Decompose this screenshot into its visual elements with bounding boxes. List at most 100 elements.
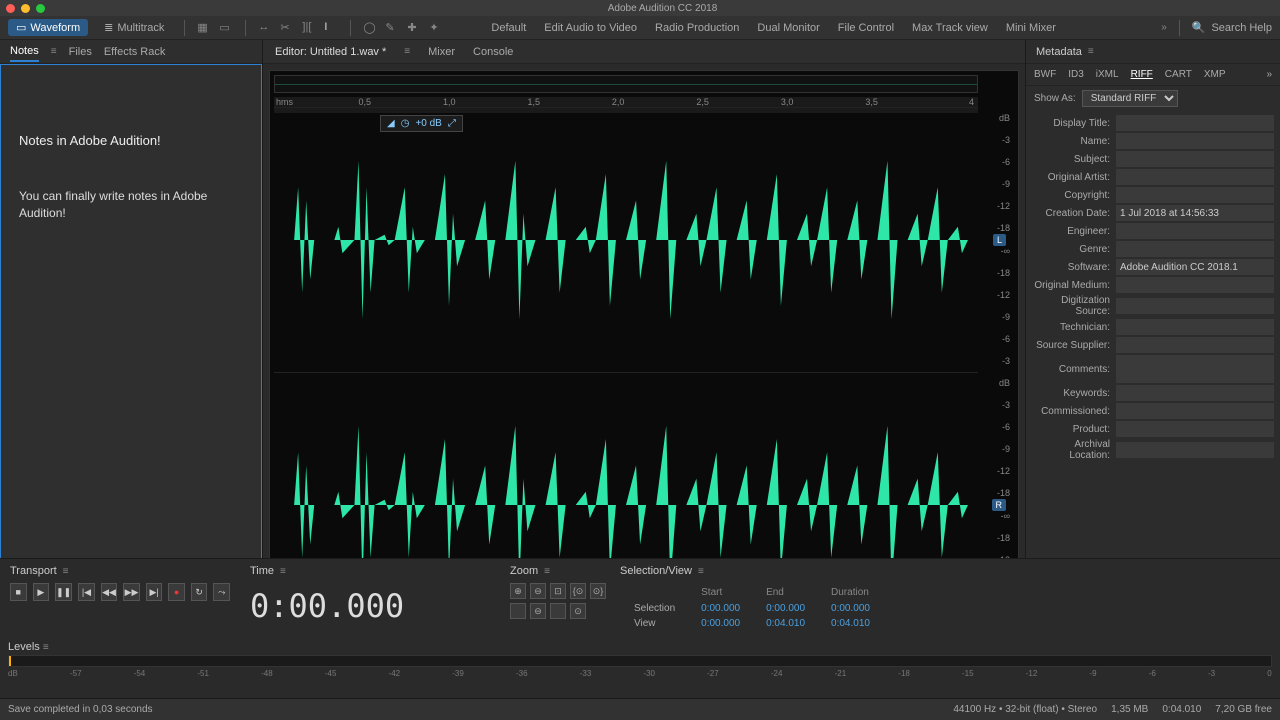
editor-tab-file[interactable]: Editor: Untitled 1.wav * [275,46,386,58]
tab-files[interactable]: Files [69,43,92,61]
stamp-icon[interactable]: ✦ [429,21,443,35]
meta-field-input[interactable] [1116,151,1274,167]
meta-tab-xmp[interactable]: XMP [1204,69,1226,80]
lasso-icon[interactable]: ◯ [363,21,377,35]
zoom-in-icon[interactable]: ⊕ [510,583,526,599]
meta-field-input[interactable] [1116,205,1274,221]
goto-start-button[interactable]: |◀ [78,583,95,601]
hud-db-value: +0 dB [415,118,441,129]
menu-icon[interactable]: ≡ [280,566,286,577]
workspace-dual[interactable]: Dual Monitor [757,22,819,34]
overflow-icon[interactable]: » [1266,69,1272,80]
stop-button[interactable]: ■ [10,583,27,601]
search-help[interactable]: 🔍 Search Help [1192,21,1272,34]
level-meter[interactable] [8,655,1272,667]
menu-icon[interactable]: ≡ [698,566,704,577]
meta-tab-riff[interactable]: RIFF [1131,69,1153,80]
meta-field-input[interactable] [1116,442,1274,458]
loop-button[interactable]: ↻ [191,583,208,601]
record-button[interactable]: ● [168,583,185,601]
skip-button[interactable]: ⤳ [213,583,230,601]
pause-button[interactable]: ❚❚ [55,583,72,601]
notes-body[interactable]: You can finally write notes in Adobe Aud… [19,188,243,222]
menu-icon[interactable]: ≡ [51,46,57,57]
meta-field-input[interactable] [1116,169,1274,185]
meta-field-label: Display Title: [1032,118,1116,129]
meta-field-input[interactable] [1116,241,1274,257]
meta-field-input[interactable] [1116,319,1274,335]
workspace-file[interactable]: File Control [838,22,894,34]
multitrack-icon: ≣ [104,21,113,34]
meta-field-input[interactable] [1116,385,1274,401]
meta-field-input[interactable] [1116,421,1274,437]
play-button[interactable]: ▶ [33,583,50,601]
meta-field-label: Copyright: [1032,190,1116,201]
zoom-sel-icon[interactable]: {⊙ [570,583,586,599]
ibeam-icon[interactable]: I [324,21,338,35]
meta-tab-ixml[interactable]: iXML [1096,69,1119,80]
pin-icon[interactable]: ⤢ [448,118,456,129]
overview-bar[interactable] [274,75,978,93]
menu-icon[interactable]: ≡ [544,566,550,577]
meta-field-input[interactable] [1116,133,1274,149]
razor-tool-icon[interactable]: ✂ [280,21,294,35]
zoom-window-icon[interactable] [36,4,45,13]
close-window-icon[interactable] [6,4,15,13]
meta-field-label: Original Artist: [1032,172,1116,183]
minimize-window-icon[interactable] [21,4,30,13]
workspace-edit-video[interactable]: Edit Audio to Video [544,22,637,34]
hud-display[interactable]: ◢ ◷ +0 dB ⤢ [380,115,463,132]
meta-tab-id3[interactable]: ID3 [1068,69,1084,80]
zoom-v-in-icon[interactable]: ⊖ [530,603,546,619]
move-tool-icon[interactable]: ↔ [258,21,272,35]
meta-field-input[interactable] [1116,337,1274,353]
meta-tab-bwf[interactable]: BWF [1034,69,1056,80]
meta-tab-cart[interactable]: CART [1165,69,1192,80]
multitrack-mode-button[interactable]: ≣ Multitrack [96,19,172,36]
zoom-sel2-icon[interactable]: ⊙} [590,583,606,599]
meta-field-input[interactable] [1116,277,1274,293]
workspace-radio[interactable]: Radio Production [655,22,739,34]
waveform-area[interactable]: hms 0,5 1,0 1,5 2,0 2,5 3,0 3,5 4 ◢ ◷ +0… [269,70,1019,642]
workspace-maxtrack[interactable]: Max Track view [912,22,988,34]
menu-icon[interactable]: ≡ [1088,46,1094,57]
editor-tab-mixer[interactable]: Mixer [428,46,455,58]
forward-button[interactable]: ▶▶ [123,583,140,601]
workspace-default[interactable]: Default [491,22,526,34]
heal-icon[interactable]: ✚ [407,21,421,35]
overflow-icon[interactable]: » [1161,22,1167,33]
editor-tab-console[interactable]: Console [473,46,513,58]
goto-end-button[interactable]: ▶| [146,583,163,601]
zoom-out-icon[interactable]: ⊖ [530,583,546,599]
notes-panel: Notes in Adobe Audition! You can finally… [0,64,262,618]
time-selection-icon[interactable]: ]|[ [302,21,316,35]
meta-field-input[interactable] [1116,355,1274,383]
tool-icon-1[interactable]: ▦ [197,21,211,35]
showas-row: Show As: Standard RIFF [1026,86,1280,111]
channel-left[interactable]: L [274,107,978,372]
menu-icon[interactable]: ≡ [43,642,49,653]
brush-icon[interactable]: ✎ [385,21,399,35]
meta-field-row: Original Medium: [1032,277,1274,293]
zoom-v-out-icon[interactable]: ⊙ [570,603,586,619]
showas-select[interactable]: Standard RIFF [1082,90,1178,107]
tab-notes[interactable]: Notes [10,42,39,62]
meta-field-label: Digitization Source: [1032,295,1116,317]
rewind-button[interactable]: ◀◀ [101,583,118,601]
meta-field-input[interactable] [1116,298,1274,314]
meta-field-input[interactable] [1116,259,1274,275]
menu-icon[interactable]: ≡ [63,566,69,577]
notes-title: Notes in Adobe Audition! [19,133,243,148]
meta-field-input[interactable] [1116,187,1274,203]
waveform-mode-button[interactable]: ▭ Waveform [8,19,88,36]
tool-icon-2[interactable]: ▭ [219,21,233,35]
menu-icon[interactable]: ≡ [404,46,410,57]
meta-field-input[interactable] [1116,115,1274,131]
zoom-full-icon[interactable]: ⊡ [550,583,566,599]
workspace-minimixer[interactable]: Mini Mixer [1006,22,1056,34]
meta-field-input[interactable] [1116,223,1274,239]
col-duration: Duration [819,585,882,600]
meta-field-input[interactable] [1116,403,1274,419]
tab-effects-rack[interactable]: Effects Rack [104,43,166,61]
separator [350,20,351,36]
